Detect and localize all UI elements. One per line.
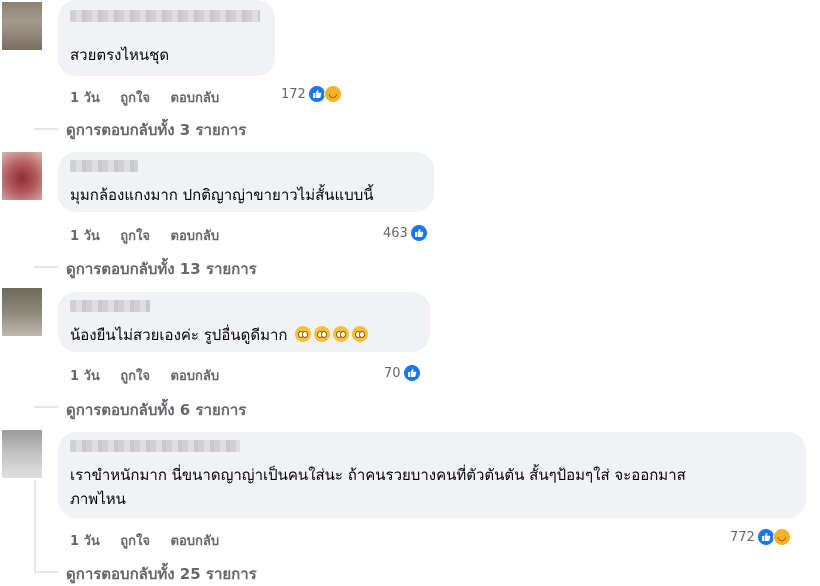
reaction-count: 70 [384,365,401,381]
reply-button[interactable]: ตอบกลับ [171,91,220,106]
comment-bubble: มุมกล้องแกงมาก ปกติญาญ่าขายาวไม่สั้นแบบน… [58,152,434,212]
thread-connector-vertical [34,480,36,572]
comment-text: สวยตรงไหนชุด [70,46,170,64]
comment-time[interactable]: 1 วัน [70,369,100,384]
comment-time[interactable]: 1 วัน [70,534,100,549]
comment-time[interactable]: 1 วัน [70,229,100,244]
like-button[interactable]: ถูกใจ [120,229,150,244]
comment-text-body: น้องยืนไม่สวยเองค่ะ รูปอื่นดูดีมาก [70,326,288,344]
like-button[interactable]: ถูกใจ [120,91,150,106]
thread-connector [34,406,58,408]
comment-actions: 1 วัน ถูกใจ ตอบกลับ [70,365,235,386]
like-reaction-icon [402,364,421,382]
comment-bubble: เราขำหนักมาก นี่ขนาดญาญ่าเป็นคนใส่นะ ถ้า… [58,432,806,518]
avatar[interactable] [2,2,42,50]
like-reaction-icon [409,224,428,242]
like-button[interactable]: ถูกใจ [120,534,150,549]
comment-text-line-1: เราขำหนักมาก นี่ขนาดญาญ่าเป็นคนใส่นะ ถ้า… [70,466,686,484]
thread-connector [34,266,58,268]
commenter-name[interactable] [70,440,240,452]
reply-button[interactable]: ตอบกลับ [171,369,220,384]
pleading-face-emoji [333,326,350,342]
comment-bubble: สวยตรงไหนชุด [58,0,275,76]
reaction-count: 463 [383,225,408,241]
comment-bubble: น้องยืนไม่สวยเองค่ะ รูปอื่นดูดีมาก [58,292,430,352]
comment-actions: 1 วัน ถูกใจ ตอบกลับ [70,225,235,246]
reaction-summary[interactable]: 70 [384,364,421,382]
reaction-summary[interactable]: 172 ◡ [281,85,342,103]
view-replies-link[interactable]: ดูการตอบกลับทั้ง 25 รายการ [66,562,257,586]
avatar[interactable] [2,152,42,200]
commenter-name[interactable] [70,160,138,172]
haha-reaction-icon: ◡ [772,528,791,546]
like-button[interactable]: ถูกใจ [120,369,150,384]
thread-connector [34,128,58,130]
comment-actions: 1 วัน ถูกใจ ตอบกลับ [70,530,235,551]
comment-text: น้องยืนไม่สวยเองค่ะ รูปอื่นดูดีมาก [70,324,369,346]
reaction-summary[interactable]: 463 [383,224,428,242]
reaction-count: 772 [730,529,755,545]
commenter-name[interactable] [70,10,260,22]
view-replies-link[interactable]: ดูการตอบกลับทั้ง 6 รายการ [66,398,246,422]
haha-reaction-icon: ◡ [323,85,342,103]
comment-text: มุมกล้องแกงมาก ปกติญาญ่าขายาวไม่สั้นแบบน… [70,186,374,204]
pleading-face-emoji [314,326,331,342]
reaction-count: 172 [281,86,306,102]
commenter-name[interactable] [70,300,150,312]
reaction-summary[interactable]: 772 ◡ [730,528,791,546]
pleading-face-emoji [352,326,369,342]
view-replies-link[interactable]: ดูการตอบกลับทั้ง 3 รายการ [66,118,246,142]
comment-time[interactable]: 1 วัน [70,91,100,106]
comment-text-line-2: ภาพไหน [70,490,126,508]
avatar[interactable] [2,288,42,336]
thread-connector [34,571,58,573]
view-replies-link[interactable]: ดูการตอบกลับทั้ง 13 รายการ [66,257,257,281]
reply-button[interactable]: ตอบกลับ [171,229,220,244]
reply-button[interactable]: ตอบกลับ [171,534,220,549]
pleading-face-emoji [295,326,312,342]
comment-actions: 1 วัน ถูกใจ ตอบกลับ [70,87,235,108]
avatar[interactable] [2,430,42,478]
